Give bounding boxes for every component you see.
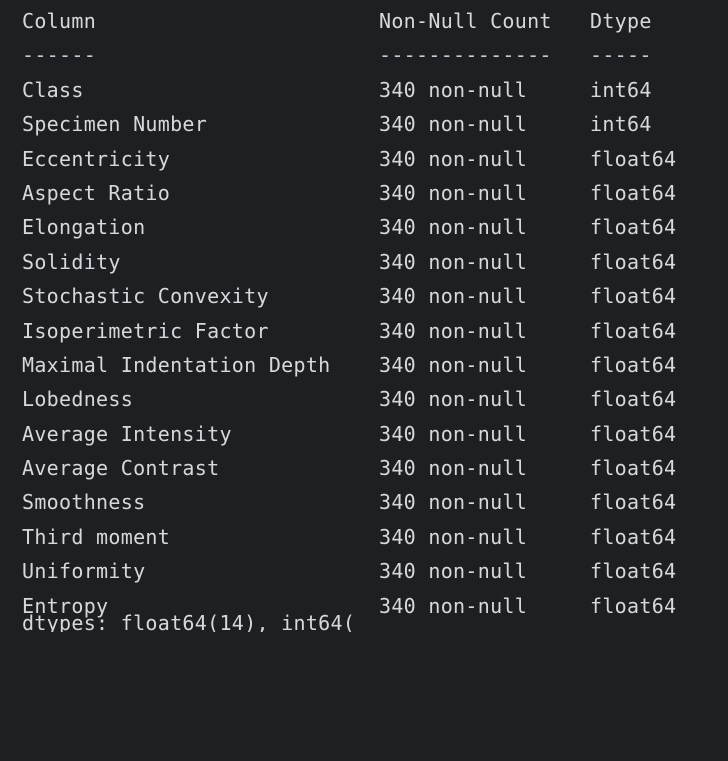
table-row: Specimen Number 340 non-null int64 — [0, 107, 728, 141]
row-non-null-count: 340 non-null — [379, 146, 528, 171]
row-dtype: float64 — [590, 249, 677, 274]
row-non-null-count: 340 non-null — [379, 559, 528, 584]
separator-row: ------ -------------- ----- — [0, 38, 728, 72]
row-non-null-count: 340 non-null — [379, 524, 528, 549]
row-non-null-count: 340 non-null — [379, 490, 528, 515]
dataframe-info-output: Column Non-Null Count Dtype ------ -----… — [0, 0, 728, 632]
row-dtype: int64 — [590, 77, 652, 102]
row-dtype: int64 — [590, 112, 652, 137]
table-row: Eccentricity 340 non-null float64 — [0, 142, 728, 176]
row-column-name: Eccentricity — [22, 146, 171, 171]
row-column-name: Average Intensity — [22, 421, 232, 446]
row-dtype: float64 — [590, 352, 677, 377]
row-column-name: Lobedness — [22, 387, 134, 412]
table-row: Aspect Ratio 340 non-null float64 — [0, 176, 728, 210]
row-non-null-count: 340 non-null — [379, 180, 528, 205]
separator-count: -------------- — [379, 43, 552, 68]
row-dtype: float64 — [590, 524, 677, 549]
table-row: Third moment 340 non-null float64 — [0, 520, 728, 554]
row-column-name: Third moment — [22, 524, 171, 549]
row-column-name: Isoperimetric Factor — [22, 318, 269, 343]
separator-column: ------ — [22, 43, 97, 68]
row-non-null-count: 340 non-null — [379, 421, 528, 446]
table-row: Smoothness 340 non-null float64 — [0, 485, 728, 519]
row-column-name: Maximal Indentation Depth — [22, 352, 331, 377]
row-dtype: float64 — [590, 284, 677, 309]
row-dtype: float64 — [590, 180, 677, 205]
table-row: Solidity 340 non-null float64 — [0, 245, 728, 279]
row-column-name: Aspect Ratio — [22, 180, 171, 205]
table-row: Class 340 non-null int64 — [0, 73, 728, 107]
table-row: Stochastic Convexity 340 non-null float6… — [0, 279, 728, 313]
row-non-null-count: 340 non-null — [379, 318, 528, 343]
table-row: Average Contrast 340 non-null float64 — [0, 451, 728, 485]
row-non-null-count: 340 non-null — [379, 215, 528, 240]
row-dtype: float64 — [590, 456, 677, 481]
row-dtype: float64 — [590, 559, 677, 584]
row-non-null-count: 340 non-null — [379, 456, 528, 481]
row-dtype: float64 — [590, 215, 677, 240]
separator-dtype: ----- — [590, 43, 652, 68]
table-row: Isoperimetric Factor 340 non-null float6… — [0, 314, 728, 348]
row-dtype: float64 — [590, 593, 677, 618]
cutoff-line: dtypes: float64(14), int64(2) — [22, 612, 352, 632]
cutoff-line-container: dtypes: float64(14), int64(2) — [22, 612, 352, 632]
row-column-name: Solidity — [22, 249, 121, 274]
row-non-null-count: 340 non-null — [379, 112, 528, 137]
table-row: Uniformity 340 non-null float64 — [0, 554, 728, 588]
row-dtype: float64 — [590, 318, 677, 343]
row-dtype: float64 — [590, 387, 677, 412]
row-non-null-count: 340 non-null — [379, 352, 528, 377]
table-row: Elongation 340 non-null float64 — [0, 210, 728, 244]
table-row: Lobedness 340 non-null float64 — [0, 382, 728, 416]
row-column-name: Average Contrast — [22, 456, 220, 481]
row-column-name: Specimen Number — [22, 112, 208, 137]
table-row: Maximal Indentation Depth 340 non-null f… — [0, 348, 728, 382]
table-row: Average Intensity 340 non-null float64 — [0, 417, 728, 451]
row-non-null-count: 340 non-null — [379, 77, 528, 102]
row-non-null-count: 340 non-null — [379, 387, 528, 412]
row-column-name: Smoothness — [22, 490, 146, 515]
row-dtype: float64 — [590, 421, 677, 446]
row-dtype: float64 — [590, 146, 677, 171]
row-column-name: Stochastic Convexity — [22, 284, 269, 309]
header-column: Column — [22, 9, 97, 33]
row-dtype: float64 — [590, 490, 677, 515]
row-non-null-count: 340 non-null — [379, 284, 528, 309]
header-row: Column Non-Null Count Dtype — [0, 4, 728, 38]
row-column-name: Uniformity — [22, 559, 146, 584]
header-dtype: Dtype — [590, 9, 652, 33]
header-non-null-count: Non-Null Count — [379, 9, 552, 33]
row-column-name: Class — [22, 77, 84, 102]
row-non-null-count: 340 non-null — [379, 593, 528, 618]
row-non-null-count: 340 non-null — [379, 249, 528, 274]
row-column-name: Elongation — [22, 215, 146, 240]
